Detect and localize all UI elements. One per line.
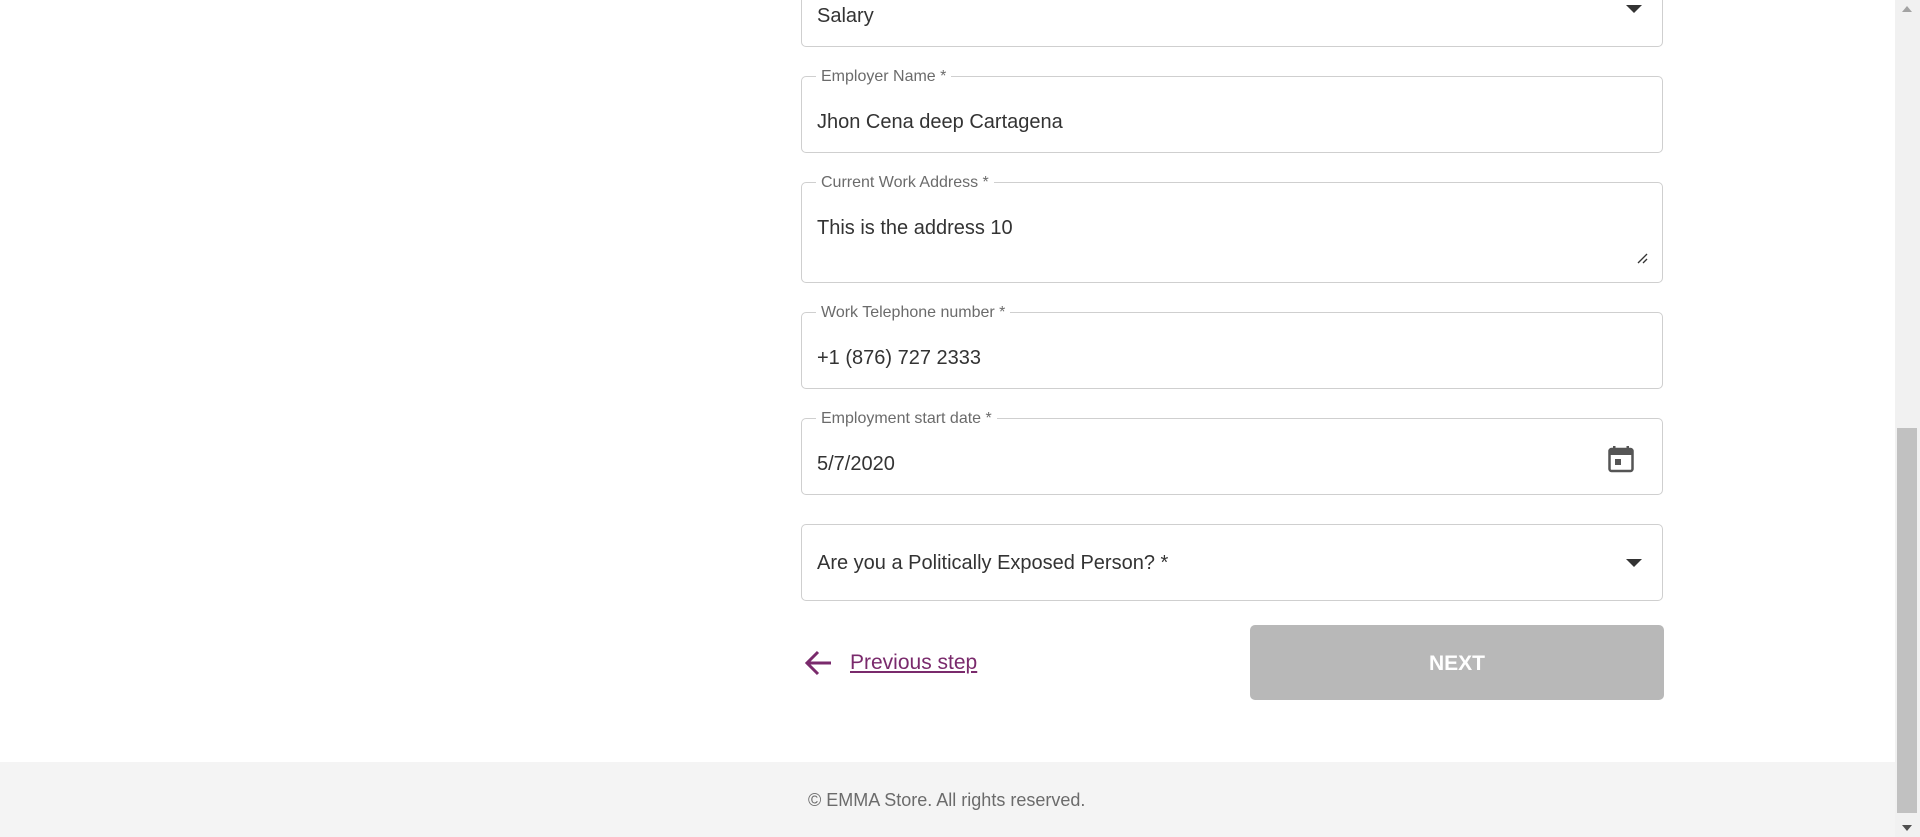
income-type-select[interactable]: Salary: [801, 0, 1663, 47]
start-date-field[interactable]: Employment start date * 5/7/2020: [801, 411, 1663, 495]
work-phone-value: +1 (876) 727 2333: [817, 347, 982, 369]
next-button[interactable]: NEXT: [1250, 625, 1664, 700]
start-date-label: Employment start date *: [816, 411, 997, 427]
scrollbar-thumb[interactable]: [1897, 428, 1917, 813]
work-phone-label: Work Telephone number *: [816, 305, 1011, 321]
start-date-value: 5/7/2020: [817, 453, 895, 475]
work-address-label: Current Work Address *: [816, 175, 994, 191]
chevron-down-icon: [1626, 559, 1642, 567]
calendar-icon[interactable]: [1608, 445, 1634, 473]
vertical-scrollbar[interactable]: [1895, 0, 1920, 837]
work-phone-field[interactable]: Work Telephone number * +1 (876) 727 233…: [801, 305, 1663, 389]
scroll-up-icon[interactable]: [1902, 6, 1912, 12]
scroll-down-icon[interactable]: [1902, 825, 1912, 831]
resize-handle-icon[interactable]: [1636, 252, 1648, 264]
previous-step-link[interactable]: Previous step: [804, 648, 977, 678]
chevron-down-icon: [1626, 5, 1642, 13]
employer-name-field[interactable]: Employer Name * Jhon Cena deep Cartagena: [801, 69, 1663, 153]
work-address-textarea[interactable]: Current Work Address * This is the addre…: [801, 175, 1663, 283]
income-type-value: Salary: [817, 5, 874, 27]
pep-select[interactable]: Are you a Politically Exposed Person? *: [801, 524, 1663, 601]
employer-name-value: Jhon Cena deep Cartagena: [817, 111, 1063, 133]
previous-step-label: Previous step: [850, 651, 978, 674]
page-viewport: Salary Employer Name * Jhon Cena deep Ca…: [0, 0, 1895, 837]
employer-name-label: Employer Name *: [816, 69, 952, 85]
pep-placeholder: Are you a Politically Exposed Person? *: [817, 552, 1169, 574]
arrow-left-icon: [804, 650, 831, 676]
footer: © EMMA Store. All rights reserved.: [0, 762, 1895, 837]
work-address-value: This is the address 10: [817, 217, 1013, 239]
copyright-text: © EMMA Store. All rights reserved.: [808, 790, 1086, 810]
